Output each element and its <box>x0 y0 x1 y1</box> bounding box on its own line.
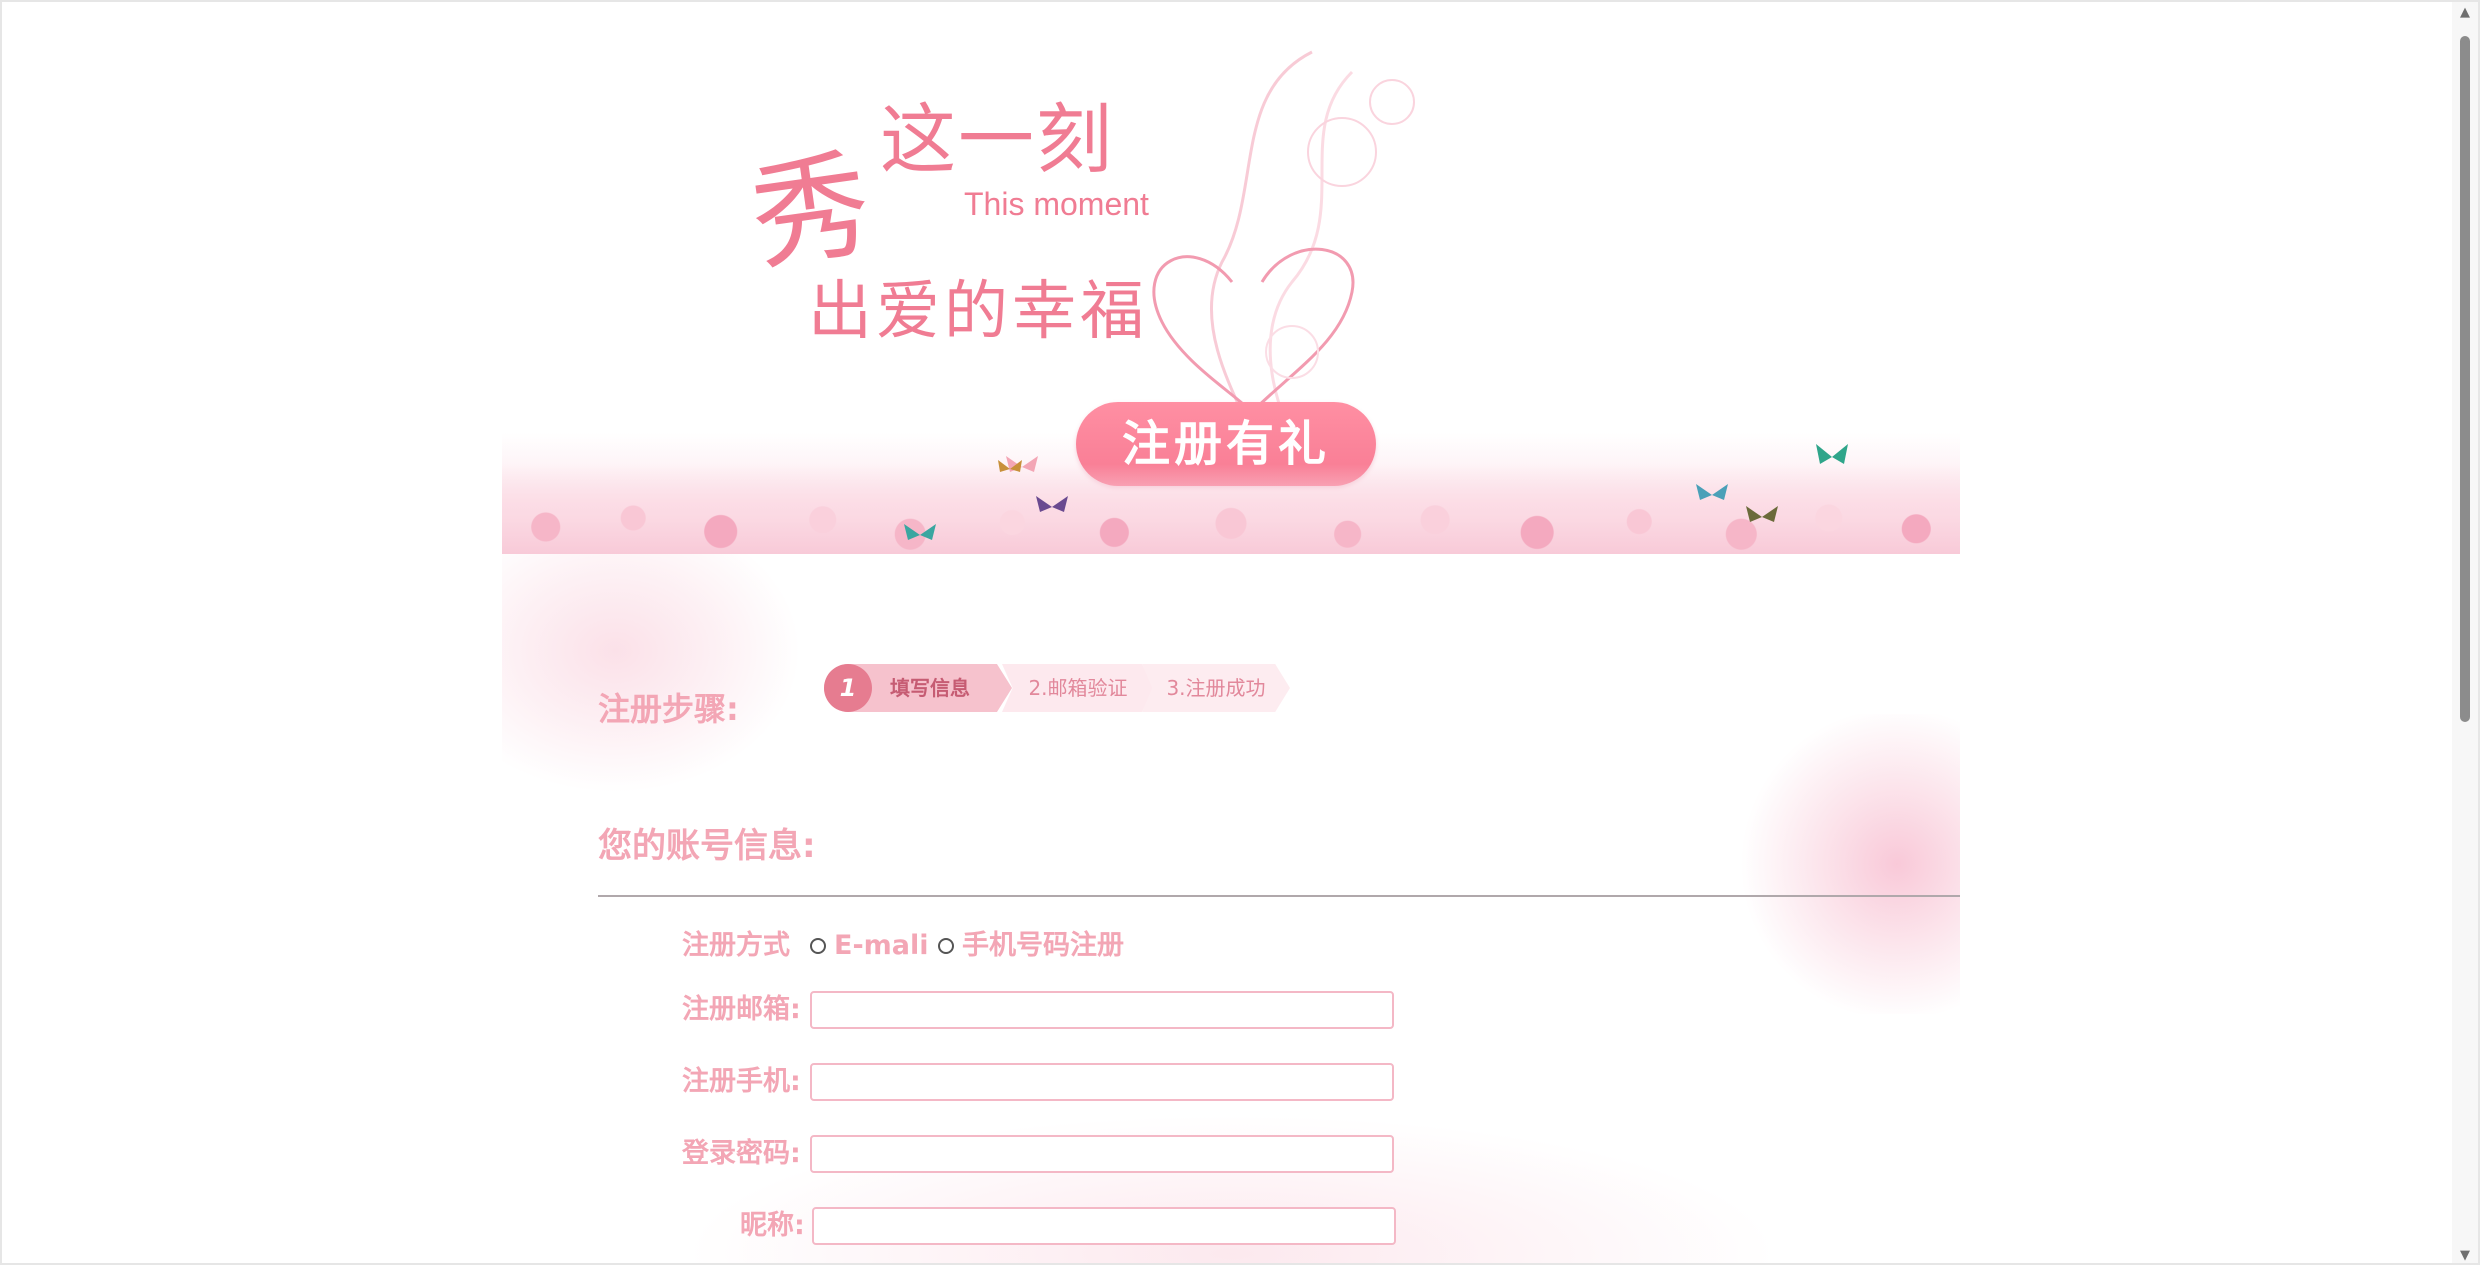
step-register-success: 3.注册成功 <box>1142 664 1290 712</box>
step-fill-info: 1 填写信息 <box>824 664 1012 712</box>
banner: 秀 这一刻 This moment 出爱的幸福 注册有礼 <box>502 2 1960 554</box>
butterfly-icon <box>904 524 936 540</box>
email-radio[interactable] <box>810 938 826 954</box>
phone-label: 注册手机: <box>682 1066 801 1097</box>
slogan-happiness: 出爱的幸福 <box>808 275 1148 349</box>
butterfly-icon <box>998 460 1022 472</box>
phone-row: 注册手机: <box>502 1060 1960 1104</box>
register-method-row: 注册方式 E-mali 手机号码注册 <box>502 924 1960 968</box>
flower-decoration <box>502 554 802 794</box>
phone-radio[interactable] <box>938 938 954 954</box>
scroll-up-arrow-icon[interactable]: ▲ <box>2458 6 2472 20</box>
email-radio-label[interactable]: E-mali <box>834 924 929 968</box>
account-info-title: 您的账号信息: <box>598 826 816 866</box>
nickname-label: 昵称: <box>740 1210 805 1241</box>
password-label: 登录密码: <box>682 1138 801 1169</box>
steps-title: 注册步骤: <box>598 690 739 728</box>
butterfly-icon <box>1036 496 1068 512</box>
email-label: 注册邮箱: <box>682 994 801 1025</box>
vertical-scrollbar[interactable]: ▲ ▼ <box>2452 2 2478 1263</box>
password-row: 登录密码: <box>502 1132 1960 1176</box>
password-field[interactable] <box>810 1135 1394 1173</box>
butterfly-icon <box>1746 506 1778 522</box>
nickname-row: 昵称: <box>502 1204 1960 1248</box>
scrollbar-thumb[interactable] <box>2460 36 2470 722</box>
nickname-field[interactable] <box>812 1207 1396 1245</box>
step-email-verify: 2.邮箱验证 <box>1002 664 1154 712</box>
email-field[interactable] <box>810 991 1394 1029</box>
registration-page: 秀 这一刻 This moment 出爱的幸福 注册有礼 注册步骤: 1 填写信… <box>502 2 1960 1263</box>
slogan-this-moment-en: This moment <box>964 186 1149 222</box>
flower-decoration <box>1732 714 1960 1014</box>
steps-progress: 1 填写信息 2.邮箱验证 3.注册成功 <box>824 664 1324 712</box>
step-number-badge: 1 <box>824 664 872 712</box>
step-label: 填写信息 <box>890 676 970 700</box>
phone-field[interactable] <box>810 1063 1394 1101</box>
butterfly-icon <box>1696 484 1728 500</box>
register-method-label: 注册方式 <box>682 930 790 961</box>
slogan-xiu: 秀 <box>742 134 880 288</box>
butterfly-icon <box>1816 444 1848 464</box>
browser-viewport: 秀 这一刻 This moment 出爱的幸福 注册有礼 注册步骤: 1 填写信… <box>0 0 2480 1265</box>
email-row: 注册邮箱: <box>502 988 1960 1032</box>
phone-radio-label[interactable]: 手机号码注册 <box>962 924 1124 968</box>
scroll-down-arrow-icon[interactable]: ▼ <box>2458 1249 2472 1263</box>
slogan-this-moment-cn: 这一刻 <box>880 95 1114 184</box>
divider <box>598 895 1960 897</box>
registration-content: 注册步骤: 1 填写信息 2.邮箱验证 3.注册成功 您的账号信息: 注册方式 … <box>502 554 1960 1263</box>
